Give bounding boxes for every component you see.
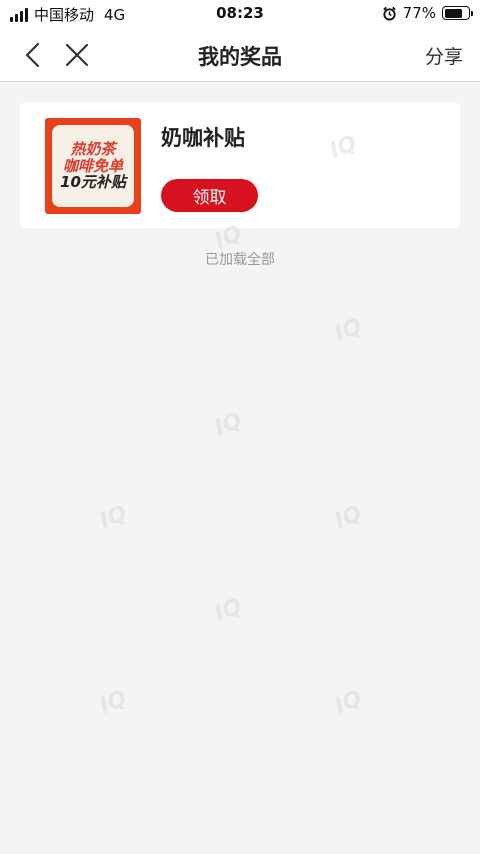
prize-thumbnail: 热奶茶 咖啡免单 10元补贴 [45, 118, 141, 214]
watermark: IQ [211, 407, 246, 442]
watermark: IQ [96, 500, 131, 535]
claim-button[interactable]: 领取 [161, 179, 258, 212]
nav-bar: 我的奖品 分享 [0, 28, 480, 82]
page-title: 我的奖品 [198, 45, 282, 69]
watermark: IQ [331, 313, 366, 348]
status-bar: 中国移动 4G 08:23 77% [0, 0, 480, 28]
thumbnail-line: 热奶茶 [70, 139, 116, 158]
prize-card: 热奶茶 咖啡免单 10元补贴 奶咖补贴 领取 [20, 102, 460, 228]
thumbnail-line: 咖啡免单 [62, 156, 123, 175]
loaded-all-text: 已加载全部 [205, 252, 275, 268]
watermark: IQ [331, 500, 366, 535]
battery-icon [442, 6, 473, 20]
alarm-icon [382, 6, 396, 21]
battery-percent: 77% [402, 4, 436, 22]
thumbnail-line: 10元补贴 [60, 173, 126, 192]
share-button[interactable]: 分享 [425, 42, 463, 69]
watermark: IQ [211, 593, 246, 628]
watermark: IQ [331, 685, 366, 720]
prize-name: 奶咖补贴 [161, 126, 245, 150]
watermark: IQ [96, 685, 131, 720]
